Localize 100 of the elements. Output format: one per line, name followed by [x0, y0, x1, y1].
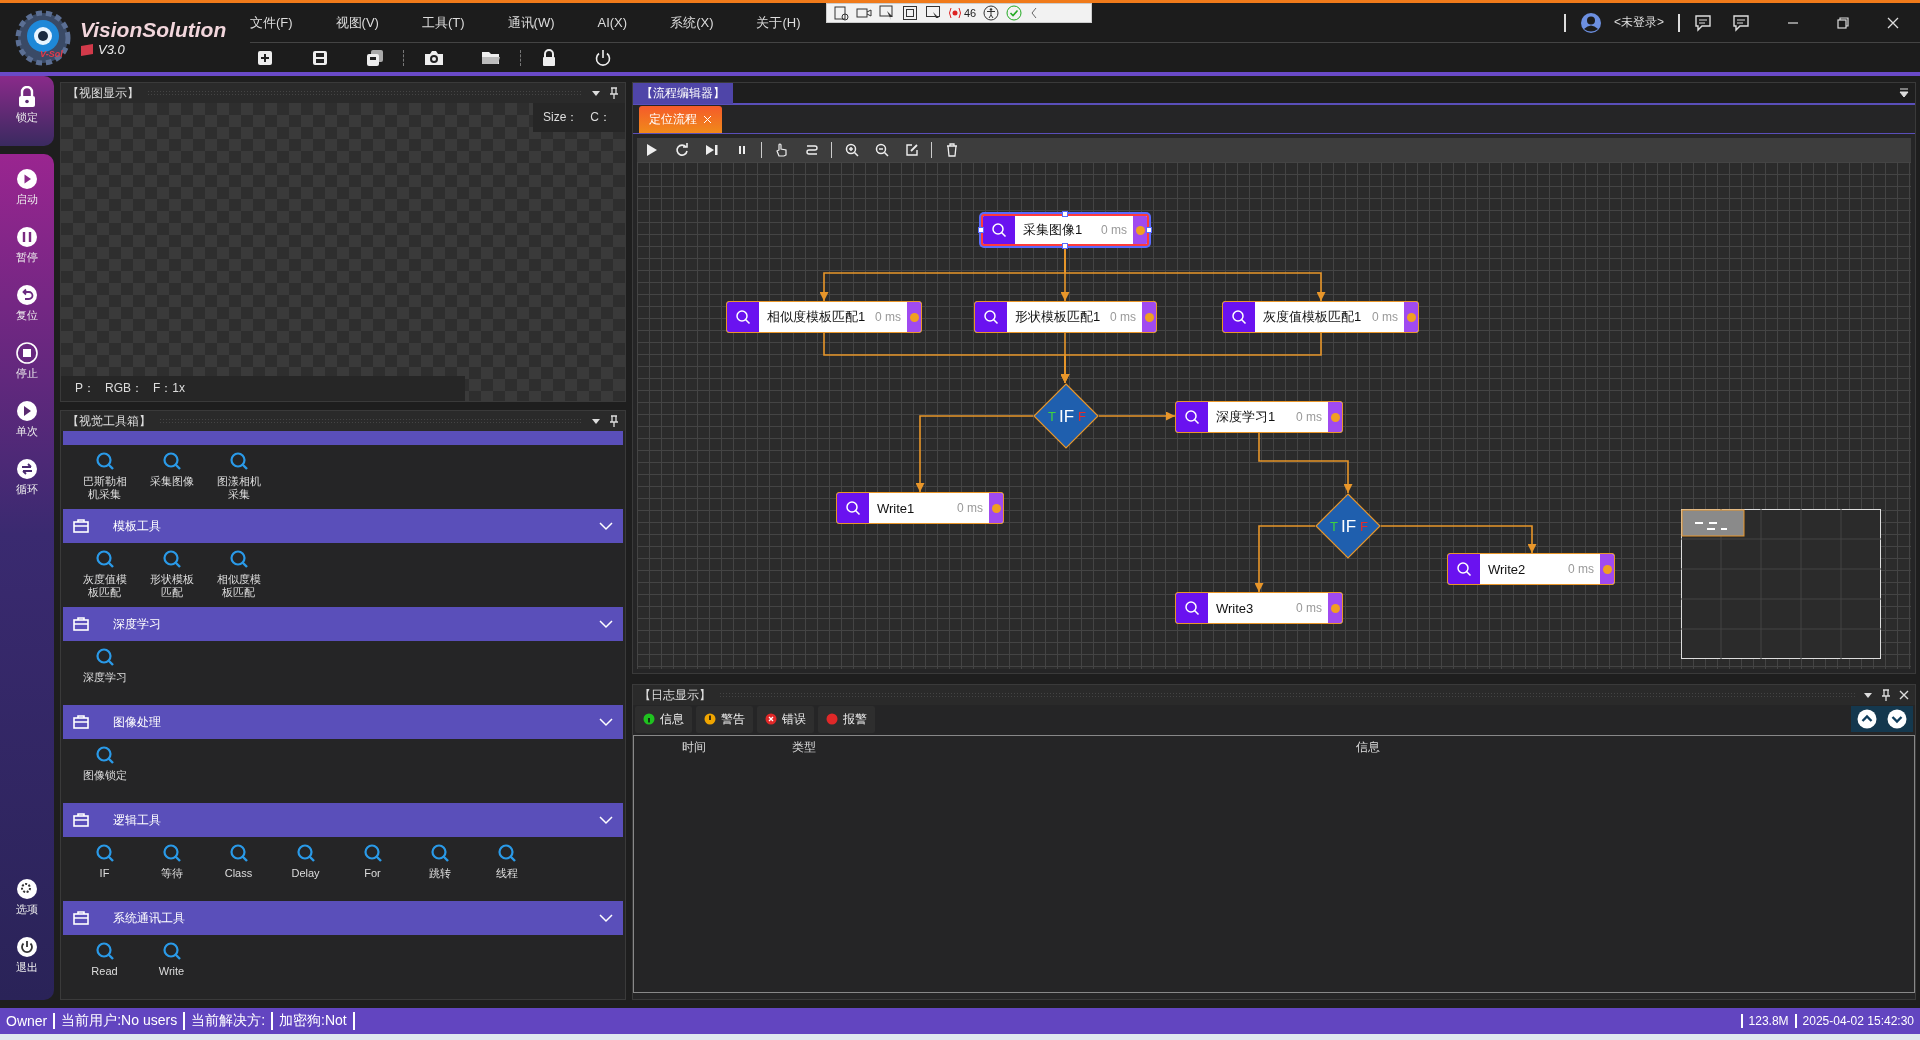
tool-item[interactable]: 巴斯勒相机采集	[71, 451, 138, 501]
tool-item[interactable]: 图漾相机采集	[205, 451, 272, 501]
group-header[interactable]: 图像处理	[63, 705, 623, 739]
camera-icon[interactable]	[424, 48, 444, 67]
log-filter-button[interactable]: 警告	[696, 705, 753, 733]
delete-icon[interactable]	[945, 143, 959, 157]
column-header[interactable]: 时间	[682, 738, 706, 756]
log-filter-button[interactable]: 信息	[635, 705, 692, 733]
flow-node[interactable]: 深度学习1 0 ms	[1175, 401, 1343, 433]
sidebar-button[interactable]: 复位	[0, 280, 54, 327]
tool-item[interactable]: Delay	[272, 843, 339, 893]
tool-item[interactable]: Class	[205, 843, 272, 893]
play-icon[interactable]	[645, 143, 659, 157]
menu-item[interactable]: 工具(T)	[421, 13, 465, 32]
save-all-icon[interactable]	[366, 48, 384, 67]
zoom-out-icon[interactable]	[875, 143, 889, 157]
power-icon[interactable]	[594, 48, 612, 67]
pin-icon[interactable]	[609, 87, 619, 99]
node-time: 0 ms	[1296, 410, 1322, 424]
selection-handle[interactable]	[1062, 243, 1068, 249]
zoom-label: F：1x	[153, 380, 186, 397]
error-icon	[765, 713, 777, 725]
edit-icon[interactable]	[905, 143, 919, 157]
tool-item[interactable]: 等待	[138, 843, 205, 893]
power-icon	[16, 936, 38, 958]
group-header[interactable]: 系统通讯工具	[63, 901, 623, 935]
flow-node[interactable]: 形状模板匹配1 0 ms	[974, 301, 1157, 333]
sidebar-button[interactable]: 选项	[0, 874, 54, 921]
group-header[interactable]: 深度学习	[63, 607, 623, 641]
lock-icon[interactable]	[541, 48, 557, 67]
sidebar-button[interactable]: 停止	[0, 338, 54, 385]
tool-item[interactable]: 形状模板匹配	[138, 549, 205, 599]
dropdown-icon[interactable]	[591, 88, 601, 98]
restore-icon[interactable]	[1836, 15, 1850, 30]
sidebar-button[interactable]: 单次	[0, 396, 54, 443]
sidebar-button[interactable]: 退出	[0, 932, 54, 979]
flow-node[interactable]: 采集图像1 0 ms	[981, 214, 1149, 246]
menu-item[interactable]: 文件(F)	[250, 13, 293, 32]
user-icon[interactable]	[1580, 11, 1602, 34]
column-header[interactable]: 信息	[1356, 738, 1380, 756]
video-icon[interactable]	[856, 5, 872, 21]
flow-node[interactable]: Write2 0 ms	[1447, 553, 1615, 585]
log-filter-button[interactable]: 错误	[757, 705, 814, 733]
menu-item[interactable]: 通讯(W)	[507, 13, 555, 32]
sidebar-button[interactable]: 循环	[0, 454, 54, 501]
save-icon[interactable]	[311, 48, 329, 67]
dropdown-icon[interactable]	[1863, 690, 1873, 700]
tool-item[interactable]: Write	[138, 941, 205, 991]
tool-item[interactable]: 跳转	[406, 843, 473, 893]
hand-icon[interactable]	[775, 143, 789, 157]
selection-handle[interactable]	[978, 227, 984, 233]
menu-item[interactable]: AI(X)	[597, 15, 628, 31]
condition-node[interactable]	[1033, 383, 1099, 449]
menu-item[interactable]: 视图(V)	[335, 13, 379, 32]
sidebar-button[interactable]: 启动	[0, 164, 54, 211]
menu-item[interactable]: 关于(H)	[756, 13, 801, 32]
tool-item[interactable]: 采集图像	[138, 451, 205, 501]
condition-node[interactable]	[1315, 493, 1381, 559]
flow-node[interactable]: 灰度值模板匹配1 0 ms	[1222, 301, 1419, 333]
accessibility-icon[interactable]	[983, 5, 1000, 21]
tool-item[interactable]: 线程	[473, 843, 540, 893]
flow-node[interactable]: Write3 0 ms	[1175, 592, 1343, 624]
close-icon[interactable]	[1886, 15, 1900, 30]
screenshot-icon[interactable]	[833, 5, 849, 21]
selection-handle[interactable]	[1062, 211, 1068, 217]
window-icon[interactable]	[902, 5, 918, 21]
group-header[interactable]: 模板工具	[63, 509, 623, 543]
zoom-in-icon[interactable]	[845, 143, 859, 157]
step-icon[interactable]	[705, 143, 719, 157]
dropdown-icon[interactable]	[591, 416, 601, 426]
group-header[interactable]: 逻辑工具	[63, 803, 623, 837]
tool-item[interactable]: 深度学习	[71, 647, 138, 697]
chat-icon[interactable]	[1694, 13, 1712, 32]
route-icon[interactable]	[805, 143, 819, 157]
log-filter-button[interactable]: 报警	[818, 705, 875, 733]
flow-node[interactable]: 相似度模板匹配1 0 ms	[726, 301, 922, 333]
tool-item[interactable]: 相似度模板匹配	[205, 549, 272, 599]
check-icon[interactable]	[1006, 5, 1023, 21]
pin-icon[interactable]	[609, 415, 619, 427]
user-name[interactable]: <未登录>	[1614, 14, 1664, 32]
minimap-drawing[interactable]	[1681, 509, 1881, 659]
menu-item[interactable]: 系统(X)	[670, 13, 714, 32]
tool-item[interactable]: 图像锁定	[71, 745, 138, 795]
new-file-icon[interactable]	[256, 48, 274, 67]
loop-icon[interactable]	[675, 143, 689, 157]
tool-item[interactable]: 灰度值模板匹配	[71, 549, 138, 599]
column-header[interactable]: 类型	[792, 738, 816, 756]
selection-handle[interactable]	[1146, 227, 1152, 233]
close-icon[interactable]	[1899, 690, 1909, 700]
tool-item[interactable]: For	[339, 843, 406, 893]
region-icon[interactable]	[925, 5, 941, 21]
pin-icon[interactable]	[1881, 689, 1891, 701]
tool-item[interactable]: IF	[71, 843, 138, 893]
scroll-down-icon[interactable]	[1887, 709, 1907, 729]
sidebar-button[interactable]: 暂停	[0, 222, 54, 269]
dropdown-icon[interactable]	[1899, 88, 1909, 98]
scroll-up-icon[interactable]	[1857, 709, 1877, 729]
chat-icon[interactable]	[1732, 13, 1750, 32]
flow-node[interactable]: Write1 0 ms	[836, 492, 1004, 524]
tool-item[interactable]: Read	[71, 941, 138, 991]
